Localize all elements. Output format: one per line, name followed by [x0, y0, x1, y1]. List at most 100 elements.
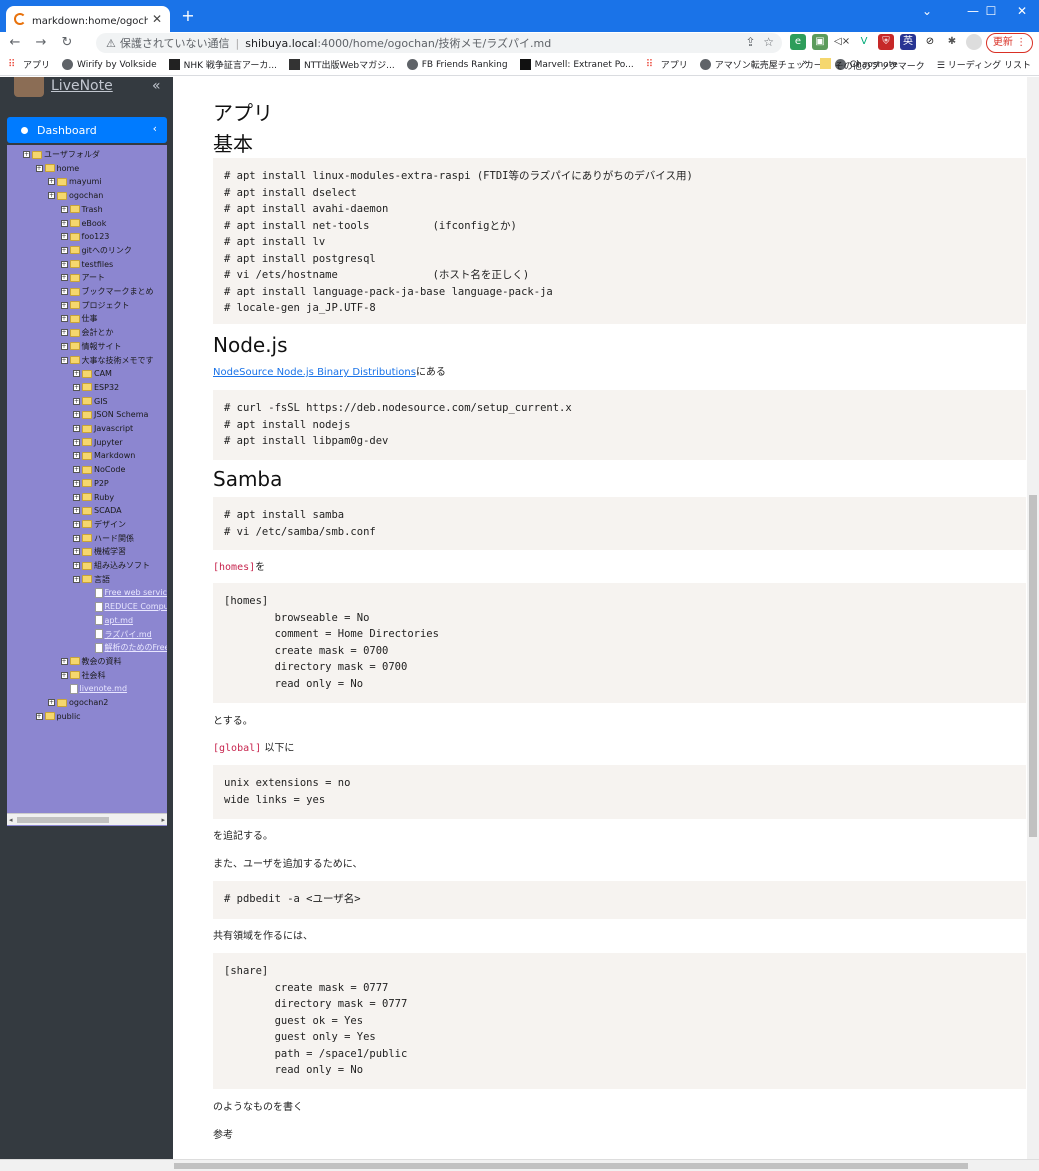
expand-toggle-icon[interactable]: +: [60, 315, 68, 323]
expand-toggle-icon[interactable]: +: [60, 301, 68, 309]
expand-toggle-icon[interactable]: +: [35, 712, 43, 720]
expand-toggle-icon[interactable]: +: [60, 205, 68, 213]
tree-folder-item[interactable]: + 社会科: [60, 669, 106, 682]
tree-folder-item[interactable]: + ESP32: [73, 381, 119, 394]
tree-folder-item[interactable]: + プロジェクト: [60, 299, 130, 312]
vertical-scrollbar[interactable]: [1027, 77, 1039, 1159]
tab-search-icon[interactable]: ⌄: [910, 0, 944, 24]
tree-folder-item[interactable]: + アート: [60, 271, 105, 284]
scroll-left-icon[interactable]: ◂: [9, 814, 13, 826]
tree-folder-item[interactable]: + 言語: [73, 573, 110, 586]
bookmark-nhk[interactable]: NHK 戦争証言アーカ...: [168, 58, 277, 71]
brand[interactable]: LiveNote «: [0, 77, 173, 101]
tree-folder-item[interactable]: + Javascript: [73, 422, 133, 435]
expand-toggle-icon[interactable]: +: [73, 575, 80, 583]
expand-toggle-icon[interactable]: +: [73, 411, 80, 419]
bookmark-marvell[interactable]: Marvell: Extranet Po...: [519, 59, 634, 70]
tree-folder-item[interactable]: + ogochan: [48, 189, 103, 202]
expand-toggle-icon[interactable]: +: [73, 383, 80, 391]
tree-folder-item[interactable]: + デザイン: [73, 518, 126, 531]
brand-name[interactable]: LiveNote: [51, 78, 113, 94]
tree-folder-item[interactable]: + 組み込みソフト: [73, 559, 150, 572]
expand-toggle-icon[interactable]: +: [48, 178, 55, 186]
expand-toggle-icon[interactable]: +: [73, 466, 80, 474]
dashboard-nav-item[interactable]: Dashboard ‹: [7, 117, 167, 143]
tree-folder-item[interactable]: + Trash: [60, 203, 103, 216]
expand-toggle-icon[interactable]: +: [35, 164, 43, 172]
reload-icon[interactable]: ↻: [56, 32, 78, 54]
share-icon[interactable]: ⇪: [746, 35, 756, 49]
horizontal-scrollbar[interactable]: [0, 1159, 1039, 1171]
tree-folder-item[interactable]: + JSON Schema: [73, 408, 148, 421]
expand-toggle-icon[interactable]: +: [73, 562, 80, 569]
maximize-button[interactable]: ☐: [974, 0, 1008, 24]
tree-folder-item[interactable]: + eBook: [60, 217, 106, 230]
tree-folder-item[interactable]: + public: [35, 710, 81, 723]
tree-file-item[interactable]: 解析のためのFreeC: [94, 641, 167, 654]
nodesource-link[interactable]: NodeSource Node.js Binary Distributions: [213, 367, 416, 378]
back-icon[interactable]: ←: [4, 32, 26, 54]
expand-toggle-icon[interactable]: +: [60, 246, 68, 254]
tree-folder-item[interactable]: + home: [35, 162, 79, 175]
tree-file-item[interactable]: ラズパイ.md: [94, 628, 152, 641]
tree-folder-item[interactable]: + NoCode: [73, 463, 125, 476]
tree-folder-item[interactable]: + testfiles: [60, 258, 113, 271]
expand-toggle-icon[interactable]: +: [60, 671, 68, 679]
tree-horizontal-scrollbar[interactable]: ◂ ▸: [7, 813, 167, 825]
update-button[interactable]: 更新 ⋮: [986, 33, 1033, 53]
reading-list[interactable]: ☰ リーディング リスト: [937, 58, 1031, 72]
tree-folder-item[interactable]: + 教会の資料: [60, 655, 122, 668]
tree-folder-item[interactable]: + CAM: [73, 367, 112, 380]
horizontal-scrollbar-thumb[interactable]: [174, 1163, 968, 1169]
vivaldi-icon[interactable]: V: [856, 34, 872, 50]
scroll-right-icon[interactable]: ▸: [161, 814, 165, 826]
tree-folder-item[interactable]: + P2P: [73, 477, 109, 490]
expand-toggle-icon[interactable]: +: [73, 534, 80, 542]
tree-folder-item[interactable]: + 仕事: [60, 312, 98, 325]
tree-folder-item[interactable]: + Ruby: [73, 491, 114, 504]
bookmark-fb-ranking[interactable]: FB Friends Ranking: [406, 59, 508, 70]
bookmark-ntt[interactable]: NTT出版Webマガジ...: [288, 58, 395, 71]
tree-folder-item[interactable]: + GIS: [73, 395, 108, 408]
other-bookmarks[interactable]: その他のブックマーク: [819, 58, 925, 72]
tree-file-item[interactable]: REDUCE Comput: [94, 600, 167, 613]
close-window-button[interactable]: ✕: [1005, 0, 1039, 24]
expand-toggle-icon[interactable]: +: [73, 425, 80, 432]
expand-toggle-icon[interactable]: +: [60, 274, 68, 282]
expand-toggle-icon[interactable]: +: [60, 329, 68, 337]
expand-toggle-icon[interactable]: +: [60, 342, 68, 350]
expand-toggle-icon[interactable]: +: [60, 657, 68, 665]
bookmark-wirify[interactable]: Wirify by Volkside: [62, 59, 157, 70]
tree-folder-item[interactable]: + SCADA: [73, 504, 122, 517]
scrollbar-thumb[interactable]: [17, 817, 109, 823]
expand-toggle-icon[interactable]: +: [60, 233, 68, 241]
tree-folder-item[interactable]: + ユーザフォルダ: [23, 148, 100, 161]
tree-folder-item[interactable]: + 情報サイト: [60, 340, 122, 353]
expand-toggle-icon[interactable]: +: [73, 507, 80, 515]
block-icon[interactable]: ⊘: [922, 34, 938, 50]
expand-toggle-icon[interactable]: +: [60, 356, 68, 364]
translate-icon[interactable]: 英: [900, 34, 916, 50]
expand-toggle-icon[interactable]: +: [60, 219, 68, 227]
extension-icon[interactable]: ▣: [812, 34, 828, 50]
tree-folder-item[interactable]: + 大事な技術メモです: [60, 354, 154, 367]
tree-folder-item[interactable]: + ogochan2: [48, 696, 108, 709]
tree-folder-item[interactable]: + gitへのリンク: [60, 244, 132, 257]
puzzle-icon[interactable]: ✱: [944, 34, 960, 50]
expand-toggle-icon[interactable]: +: [23, 151, 30, 158]
expand-toggle-icon[interactable]: +: [73, 479, 80, 487]
browser-tab[interactable]: markdown:home/ogochan/技術 ✕: [6, 6, 170, 32]
expand-toggle-icon[interactable]: +: [48, 699, 55, 706]
expand-toggle-icon[interactable]: +: [73, 370, 80, 378]
evernote-icon[interactable]: e: [790, 34, 806, 50]
expand-toggle-icon[interactable]: +: [73, 520, 80, 528]
avatar[interactable]: [966, 34, 982, 50]
vertical-scrollbar-thumb[interactable]: [1029, 495, 1037, 837]
expand-toggle-icon[interactable]: +: [60, 288, 68, 295]
tree-file-item[interactable]: apt.md: [94, 614, 133, 627]
mute-icon[interactable]: ◁×: [834, 34, 850, 50]
tree-folder-item[interactable]: + ブックマークまとめ: [60, 285, 154, 298]
tree-file-item[interactable]: Free web service: [94, 586, 167, 599]
bookmark-apps-2[interactable]: ⠿ アプリ: [646, 58, 688, 71]
forward-icon[interactable]: →: [30, 32, 52, 54]
